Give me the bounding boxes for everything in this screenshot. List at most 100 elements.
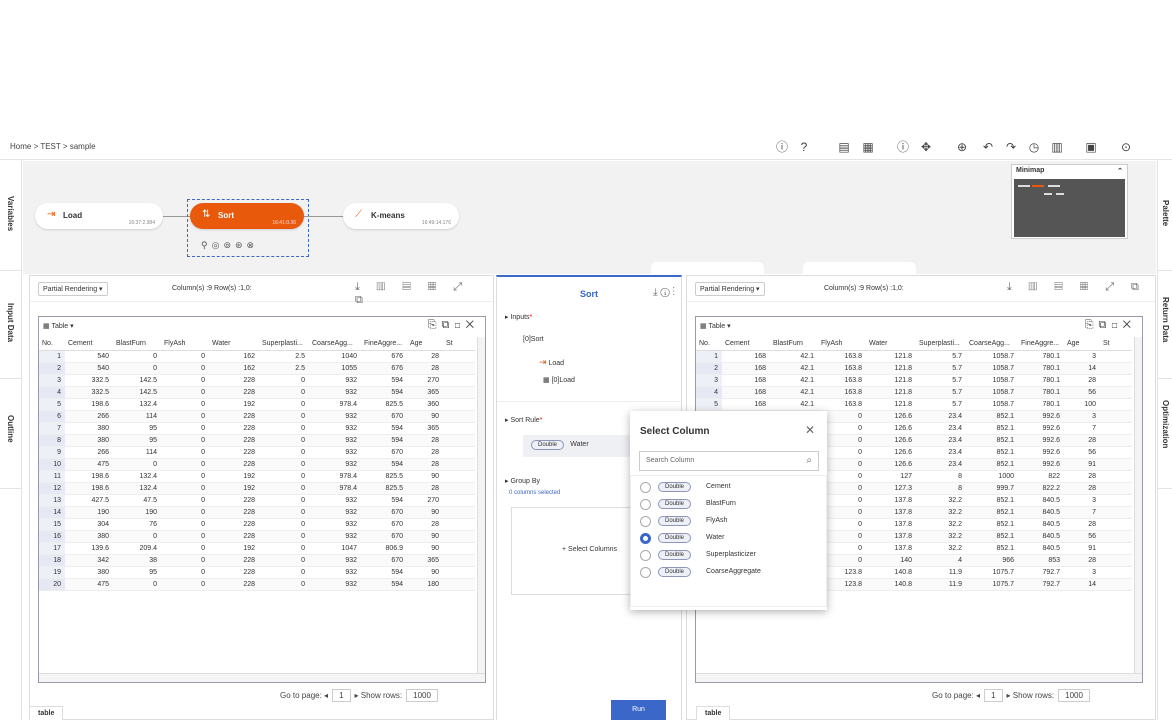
undo-icon[interactable]: ↶ (980, 139, 996, 155)
table-row[interactable]: 4 332.5 142.5 0 228 0 932 594 365 (39, 386, 475, 399)
table-row[interactable]: 4 168 42.1 163.8 121.8 5.7 1058.7 780.1 56 (696, 386, 1132, 399)
table-row[interactable]: 14 190 190 0 228 0 932 670 90 (39, 506, 475, 519)
column-header[interactable]: FlyAsh (161, 337, 209, 351)
sidebar-outline[interactable]: Outline (6, 415, 15, 443)
column-option[interactable]: Double Cement (640, 480, 820, 496)
save-icon[interactable]: ▤ (836, 139, 852, 155)
redo-icon[interactable]: ↷ (1003, 139, 1019, 155)
breadcrumb[interactable]: Home > TEST > sample (10, 142, 96, 151)
column-header[interactable]: FineAggre... (361, 337, 407, 351)
column-header[interactable]: CoarseAgg... (966, 337, 1018, 351)
table-row[interactable]: 19 380 95 0 228 0 932 594 90 (39, 566, 475, 579)
page-input[interactable]: 1 (332, 689, 351, 702)
column-header[interactable]: Cement (722, 337, 770, 351)
column-option-list[interactable]: Double Cement Double BlastFurn Double FlyAsh D… (630, 475, 827, 607)
workflow-canvas[interactable]: ⇥ Load 16:37:2.984 ⇅ Sort 16:41:0.36 ⚲◎⊚… (23, 161, 1156, 274)
column-header[interactable]: FineAggre... (1018, 337, 1064, 351)
table-row[interactable]: 3 168 42.1 163.8 121.8 5.7 1058.7 780.1 28 (696, 374, 1132, 387)
horizontal-scrollbar[interactable] (39, 673, 485, 682)
run-button[interactable]: Run (611, 700, 666, 720)
horizontal-scrollbar[interactable] (696, 673, 1142, 682)
column-header[interactable]: St (1100, 337, 1132, 351)
sidebar-return-data[interactable]: Return Data (1161, 297, 1170, 342)
sort-rule-item[interactable]: Double Water (523, 435, 643, 457)
rendering-select[interactable]: Partial Rendering ▾ (38, 282, 108, 296)
radio-button[interactable] (640, 516, 651, 527)
column-header[interactable]: Superplasti... (259, 337, 309, 351)
tab-table[interactable]: table (696, 706, 731, 720)
column-option[interactable]: Double CoarseAggregate (640, 565, 820, 581)
table-row[interactable]: 8 380 95 0 228 0 932 594 28 (39, 434, 475, 447)
column-header[interactable]: Water (209, 337, 259, 351)
table-view-select[interactable]: ▦ Table ▾ (43, 322, 74, 330)
panel-toolbar-icons[interactable]: ⤓ ▥ ▤ ▦ ⤢ ⧉ (1007, 281, 1146, 294)
rows-select[interactable]: 1000 (406, 689, 438, 702)
clipboard-icon[interactable]: ▥ (1049, 139, 1065, 155)
node-actions[interactable]: ⚲◎⊚⊛⊗ (201, 240, 258, 251)
table-row[interactable]: 17 139.6 209.4 0 192 0 1047 806.9 90 (39, 542, 475, 555)
radio-button[interactable] (640, 499, 651, 510)
help-icon[interactable]: ? (796, 139, 812, 155)
column-header[interactable]: Age (1064, 337, 1100, 351)
column-option[interactable]: Double Superplasticizer (640, 548, 820, 564)
column-header[interactable]: CoarseAgg... (309, 337, 361, 351)
column-header[interactable]: Cement (65, 337, 113, 351)
table-row[interactable]: 9 266 114 0 228 0 932 670 28 (39, 446, 475, 459)
info-icon[interactable]: ⓘ (774, 139, 790, 155)
vertical-scrollbar[interactable] (477, 337, 485, 674)
table-actions[interactable]: ⎘⧉◻✕ (1085, 319, 1136, 332)
table-row[interactable]: 1 168 42.1 163.8 121.8 5.7 1058.7 780.1 3 (696, 350, 1132, 363)
table-row[interactable]: 15 304 76 0 228 0 932 670 28 (39, 518, 475, 531)
column-option[interactable]: Double FlyAsh (640, 514, 820, 530)
group-by-section[interactable]: ▸ Group By (505, 477, 540, 485)
history-icon[interactable]: ◷ (1026, 139, 1042, 155)
sidebar-palette[interactable]: Palette (1161, 200, 1170, 226)
close-icon[interactable]: ✕ (805, 423, 815, 437)
table-row[interactable]: 1 540 0 0 162 2.5 1040 676 28 (39, 350, 475, 363)
radio-button[interactable] (640, 567, 651, 578)
column-header[interactable]: No. (696, 337, 722, 351)
play-icon[interactable]: ⊙ (1118, 139, 1134, 155)
table-row[interactable]: 6 266 114 0 228 0 932 670 90 (39, 410, 475, 423)
sidebar-optimization[interactable]: Optimization (1161, 400, 1170, 448)
table-view-select[interactable]: ▦ Table ▾ (700, 322, 731, 330)
column-header[interactable]: No. (39, 337, 65, 351)
rows-select[interactable]: 1000 (1058, 689, 1090, 702)
tab-table[interactable]: table (29, 706, 64, 720)
column-header[interactable]: Age (407, 337, 443, 351)
minimap[interactable]: Minimap ⌃ (1011, 164, 1128, 239)
minimap-view[interactable] (1014, 179, 1125, 237)
table-row[interactable]: 2 168 42.1 163.8 121.8 5.7 1058.7 780.1 14 (696, 362, 1132, 375)
node-load[interactable]: ⇥ Load 16:37:2.984 (35, 203, 163, 229)
radio-button[interactable] (640, 550, 651, 561)
calendar-icon[interactable]: ▣ (1083, 139, 1099, 155)
table-row[interactable]: 5 198.6 132.4 0 192 0 978.4 825.5 360 (39, 398, 475, 411)
load-input[interactable]: ⇥ Load (539, 357, 564, 368)
node-kmeans[interactable]: ⟋ K-means 16:49:14.176 (343, 203, 459, 229)
table-row[interactable]: 2 540 0 0 162 2.5 1055 676 28 (39, 362, 475, 375)
table-row[interactable]: 5 168 42.1 163.8 121.8 5.7 1058.7 780.1 100 (696, 398, 1132, 411)
panel-toolbar-icons[interactable]: ⤓ ▥ ▤ ▦ ⤢ ⧉ (355, 281, 493, 307)
table-row[interactable]: 13 427.5 47.5 0 228 0 932 594 270 (39, 494, 475, 507)
sidebar-variables[interactable]: Variables (6, 196, 15, 231)
table-row[interactable]: 20 475 0 0 228 0 932 594 180 (39, 578, 475, 591)
rendering-select[interactable]: Partial Rendering ▾ (695, 282, 765, 296)
alert-icon[interactable]: ⓘ (895, 139, 911, 155)
column-header[interactable]: BlastFurn (770, 337, 818, 351)
table-row[interactable]: 11 198.6 132.4 0 192 0 978.4 825.5 90 (39, 470, 475, 483)
column-header[interactable]: Water (866, 337, 916, 351)
column-header[interactable]: Superplasti... (916, 337, 966, 351)
table-row[interactable]: 16 380 0 0 228 0 932 670 90 (39, 530, 475, 543)
table-row[interactable]: 18 342 38 0 228 0 932 670 365 (39, 554, 475, 567)
search-column-input[interactable]: Search Column ⌕ (639, 451, 819, 471)
column-header[interactable]: BlastFurn (113, 337, 161, 351)
radio-button[interactable] (640, 482, 651, 493)
move-icon[interactable]: ✥ (918, 139, 934, 155)
sort-rule-section[interactable]: ▸ Sort Rule* (505, 416, 542, 424)
column-option[interactable]: Double BlastFurn (640, 497, 820, 513)
column-header[interactable]: St (443, 337, 475, 351)
column-option[interactable]: Double Water (640, 531, 820, 547)
select-columns-button[interactable]: + Select Columns (562, 546, 617, 553)
zoom-icon[interactable]: ⊕ (954, 139, 970, 155)
radio-button[interactable] (640, 533, 651, 544)
